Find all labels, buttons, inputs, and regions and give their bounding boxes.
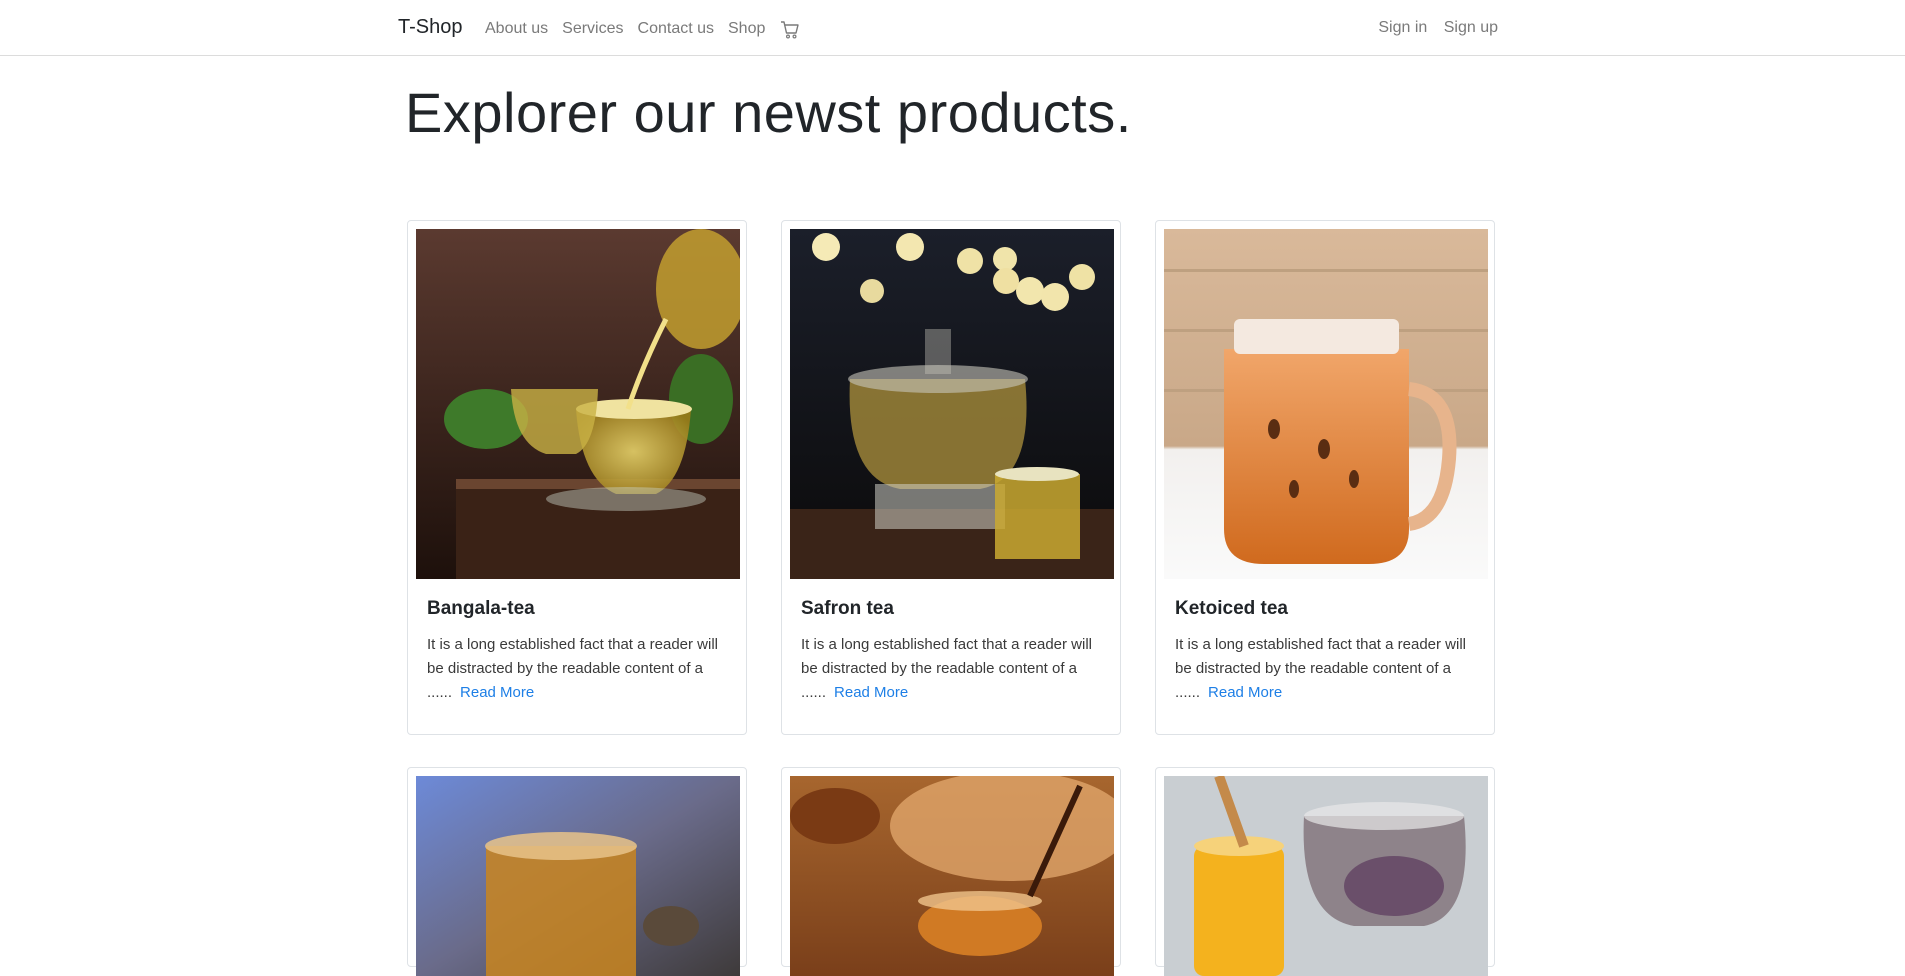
product-image [790, 776, 1114, 976]
product-card [781, 767, 1121, 976]
read-more-link[interactable]: Read More [1208, 684, 1282, 701]
nav-link-contact[interactable]: Contact us [638, 20, 714, 38]
product-image [416, 229, 740, 579]
auth-links: Sign in Sign up [1366, 19, 1498, 37]
product-image [416, 776, 740, 976]
nav-link-services[interactable]: Services [562, 20, 623, 38]
card-body: Bangala-tea It is a long established fac… [427, 598, 723, 705]
product-description: It is a long established fact that a rea… [1175, 633, 1471, 705]
read-more-link[interactable]: Read More [460, 684, 534, 701]
read-more-link[interactable]: Read More [834, 684, 908, 701]
product-title: Ketoiced tea [1175, 598, 1288, 619]
page-title: Explorer our newst products. [405, 81, 1132, 144]
nav-links: About us Services Contact us Shop [485, 19, 800, 39]
cart-icon[interactable] [780, 20, 800, 40]
navbar: T-Shop About us Services Contact us Shop… [0, 0, 1905, 56]
product-title: Bangala-tea [427, 598, 535, 619]
product-image [1164, 229, 1488, 579]
product-card: Ketoiced tea It is a long established fa… [1155, 220, 1495, 735]
product-card [1155, 767, 1495, 976]
nav-link-shop[interactable]: Shop [728, 20, 765, 38]
brand-logo[interactable]: T-Shop [398, 16, 462, 39]
product-card [407, 767, 747, 976]
sign-up-link[interactable]: Sign up [1444, 19, 1498, 36]
nav-link-about[interactable]: About us [485, 20, 548, 38]
product-image [790, 229, 1114, 579]
card-body: Safron tea It is a long established fact… [801, 598, 1097, 705]
sign-in-link[interactable]: Sign in [1378, 19, 1427, 36]
product-description: It is a long established fact that a rea… [427, 633, 723, 705]
card-body: Ketoiced tea It is a long established fa… [1175, 598, 1471, 705]
product-card: Bangala-tea It is a long established fac… [407, 220, 747, 735]
product-title: Safron tea [801, 598, 894, 619]
navbar-inner: T-Shop About us Services Contact us Shop… [398, 0, 1498, 56]
product-description: It is a long established fact that a rea… [801, 633, 1097, 705]
product-card: Safron tea It is a long established fact… [781, 220, 1121, 735]
product-image [1164, 776, 1488, 976]
